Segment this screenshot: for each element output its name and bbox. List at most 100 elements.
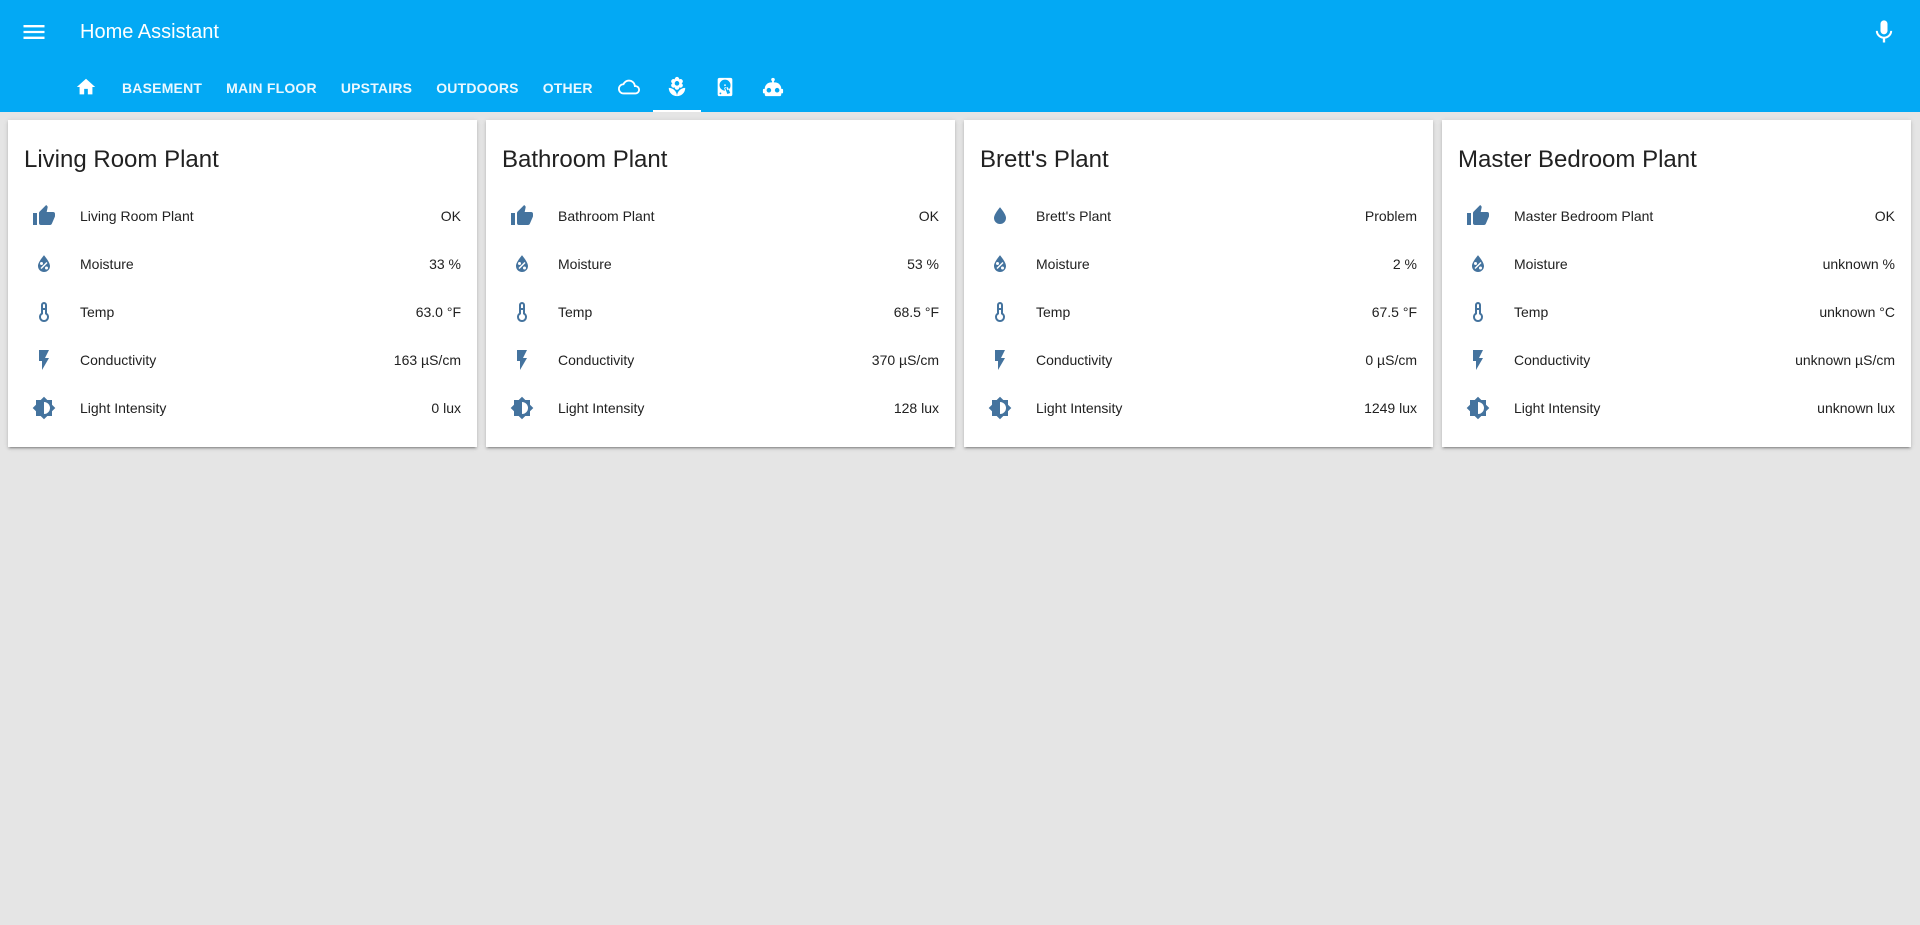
entity-row[interactable]: Light Intensity 0 lux bbox=[24, 384, 461, 432]
entity-row[interactable]: Temp 67.5 °F bbox=[980, 288, 1417, 336]
top-toolbar: Home Assistant bbox=[0, 0, 1920, 64]
entity-value: Problem bbox=[1364, 208, 1417, 224]
entity-label: Light Intensity bbox=[1514, 400, 1601, 416]
water-percent-icon bbox=[24, 244, 64, 284]
entity-value: 0 µS/cm bbox=[1365, 352, 1417, 368]
entity-label: Conductivity bbox=[558, 352, 635, 368]
entity-value: 67.5 °F bbox=[1371, 304, 1417, 320]
flash-icon bbox=[980, 340, 1020, 380]
entity-value: unknown °C bbox=[1819, 304, 1895, 320]
entity-row[interactable]: Conductivity 370 µS/cm bbox=[502, 336, 939, 384]
view-tabs: BASEMENT MAIN FLOOR UPSTAIRS OUTDOORS OT… bbox=[62, 64, 797, 112]
app-title: Home Assistant bbox=[80, 21, 219, 43]
entity-label: Master Bedroom Plant bbox=[1514, 208, 1654, 224]
brightness-icon bbox=[1458, 388, 1498, 428]
entity-value: 0 lux bbox=[431, 400, 461, 416]
tab-upstairs[interactable]: UPSTAIRS bbox=[329, 64, 424, 112]
tab-home[interactable] bbox=[62, 64, 110, 112]
plant-card-master-bedroom: Master Bedroom Plant Master Bedroom Plan… bbox=[1442, 120, 1911, 447]
thermometer-icon bbox=[1458, 292, 1498, 332]
entity-row[interactable]: Moisture 33 % bbox=[24, 240, 461, 288]
entity-label: Brett's Plant bbox=[1036, 208, 1112, 224]
flash-icon bbox=[502, 340, 542, 380]
entity-row[interactable]: Light Intensity 128 lux bbox=[502, 384, 939, 432]
entity-value: 370 µS/cm bbox=[871, 352, 939, 368]
entity-label: Moisture bbox=[1036, 256, 1090, 272]
tab-other[interactable]: OTHER bbox=[531, 64, 605, 112]
entity-value: 163 µS/cm bbox=[393, 352, 461, 368]
entity-value: 33 % bbox=[429, 256, 461, 272]
water-percent-icon bbox=[1458, 244, 1498, 284]
entity-value: OK bbox=[440, 208, 461, 224]
menu-icon[interactable] bbox=[20, 18, 48, 46]
entity-row[interactable]: Conductivity 0 µS/cm bbox=[980, 336, 1417, 384]
entity-row[interactable]: Brett's Plant Problem bbox=[980, 192, 1417, 240]
entity-label: Moisture bbox=[1514, 256, 1568, 272]
tab-weather[interactable] bbox=[605, 64, 653, 112]
entity-row[interactable]: Conductivity 163 µS/cm bbox=[24, 336, 461, 384]
cloud-icon bbox=[617, 76, 640, 101]
card-title[interactable]: Living Room Plant bbox=[24, 146, 219, 174]
flash-icon bbox=[24, 340, 64, 380]
entity-row[interactable]: Moisture 2 % bbox=[980, 240, 1417, 288]
entity-value: 68.5 °F bbox=[893, 304, 939, 320]
entity-row[interactable]: Light Intensity 1249 lux bbox=[980, 384, 1417, 432]
thumb-up-icon bbox=[1458, 196, 1498, 236]
tab-basement[interactable]: BASEMENT bbox=[110, 64, 214, 112]
entity-row[interactable]: Light Intensity unknown lux bbox=[1458, 384, 1895, 432]
tab-outdoors[interactable]: OUTDOORS bbox=[424, 64, 531, 112]
entity-value: unknown lux bbox=[1817, 400, 1895, 416]
entity-label: Living Room Plant bbox=[80, 208, 194, 224]
entity-label: Moisture bbox=[558, 256, 612, 272]
app-header: Home Assistant BASEMENT MAIN FLOOR UPSTA… bbox=[0, 0, 1920, 112]
microphone-icon[interactable] bbox=[1870, 18, 1898, 46]
flash-icon bbox=[1458, 340, 1498, 380]
card-title[interactable]: Master Bedroom Plant bbox=[1458, 146, 1697, 174]
plant-card-living-room: Living Room Plant Living Room Plant OK M… bbox=[8, 120, 477, 447]
water-percent-icon bbox=[502, 244, 542, 284]
entity-row[interactable]: Living Room Plant OK bbox=[24, 192, 461, 240]
entity-label: Temp bbox=[1036, 304, 1071, 320]
plant-card-bretts: Brett's Plant Brett's Plant Problem Mois… bbox=[964, 120, 1433, 447]
entity-label: Conductivity bbox=[80, 352, 157, 368]
entity-value: 1249 lux bbox=[1364, 400, 1417, 416]
thermometer-icon bbox=[502, 292, 542, 332]
entity-row[interactable]: Moisture unknown % bbox=[1458, 240, 1895, 288]
thumb-up-icon bbox=[24, 196, 64, 236]
entity-value: unknown % bbox=[1822, 256, 1895, 272]
entity-row[interactable]: Bathroom Plant OK bbox=[502, 192, 939, 240]
card-title[interactable]: Brett's Plant bbox=[980, 146, 1109, 174]
entity-label: Conductivity bbox=[1036, 352, 1113, 368]
entity-label: Temp bbox=[558, 304, 593, 320]
entity-value: unknown µS/cm bbox=[1795, 352, 1895, 368]
entity-row[interactable]: Temp unknown °C bbox=[1458, 288, 1895, 336]
entity-value: 128 lux bbox=[893, 400, 939, 416]
flower-icon bbox=[666, 76, 688, 101]
entity-label: Moisture bbox=[80, 256, 134, 272]
card-title[interactable]: Bathroom Plant bbox=[502, 146, 667, 174]
entity-label: Light Intensity bbox=[1036, 400, 1123, 416]
brightness-icon bbox=[24, 388, 64, 428]
hard-disk-icon bbox=[714, 76, 736, 101]
entity-row[interactable]: Temp 68.5 °F bbox=[502, 288, 939, 336]
tab-plants[interactable] bbox=[652, 64, 701, 112]
entity-row[interactable]: Temp 63.0 °F bbox=[24, 288, 461, 336]
brightness-icon bbox=[502, 388, 542, 428]
home-icon bbox=[75, 76, 97, 101]
entity-row[interactable]: Conductivity unknown µS/cm bbox=[1458, 336, 1895, 384]
entity-value: 53 % bbox=[907, 256, 939, 272]
tab-system[interactable] bbox=[701, 64, 749, 112]
entity-value: 2 % bbox=[1392, 256, 1417, 272]
entity-value: OK bbox=[918, 208, 939, 224]
entity-label: Conductivity bbox=[1514, 352, 1591, 368]
thermometer-icon bbox=[24, 292, 64, 332]
brightness-icon bbox=[980, 388, 1020, 428]
tab-automation[interactable] bbox=[749, 64, 797, 112]
entity-label: Light Intensity bbox=[80, 400, 167, 416]
plant-card-bathroom: Bathroom Plant Bathroom Plant OK Moistur… bbox=[486, 120, 955, 447]
tab-main-floor[interactable]: MAIN FLOOR bbox=[214, 64, 329, 112]
entity-label: Temp bbox=[80, 304, 115, 320]
entity-row[interactable]: Moisture 53 % bbox=[502, 240, 939, 288]
entity-row[interactable]: Master Bedroom Plant OK bbox=[1458, 192, 1895, 240]
entity-label: Temp bbox=[1514, 304, 1549, 320]
